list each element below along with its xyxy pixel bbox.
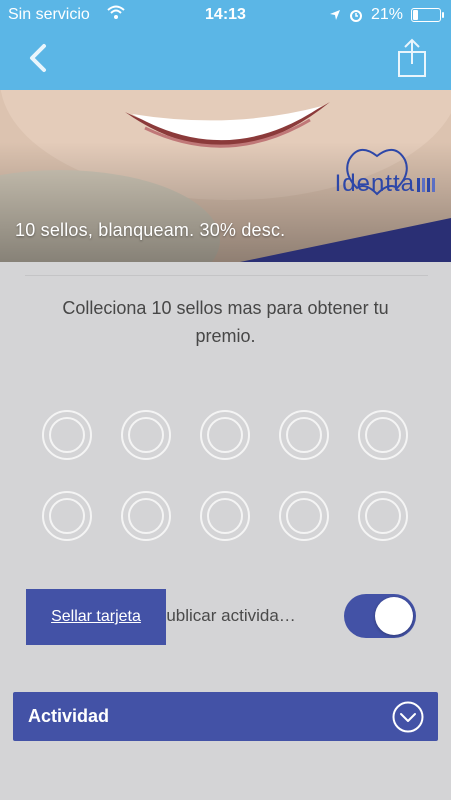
stamp-slot-inner — [286, 498, 322, 534]
logo-text: Identta — [334, 170, 415, 197]
share-button[interactable] — [395, 38, 429, 78]
battery-icon — [411, 8, 444, 22]
stamp-slot — [200, 491, 250, 541]
stamp-slot — [279, 491, 329, 541]
stamp-slot — [42, 410, 92, 460]
divider — [25, 275, 428, 276]
stamp-slot-inner — [49, 417, 85, 453]
stamp-slot — [200, 410, 250, 460]
stamp-slot — [279, 410, 329, 460]
stamp-slot-inner — [128, 417, 164, 453]
stamps-remaining-message: Colleciona 10 sellos mas para obtener tu… — [62, 298, 389, 346]
location-icon — [329, 10, 340, 20]
chevron-down-circle-icon[interactable] — [392, 701, 424, 733]
stamp-slot — [42, 491, 92, 541]
status-bar: Sin servicio 14:13 21% — [0, 0, 451, 30]
back-button[interactable] — [22, 40, 58, 76]
stamp-slot — [358, 410, 408, 460]
publish-activity-label: Publicar activida… — [155, 606, 296, 625]
activity-title: Actividad — [28, 706, 110, 726]
activity-accordion[interactable]: Actividad — [13, 692, 438, 741]
toggle-knob — [375, 597, 413, 635]
hero-banner: Identta 10 sellos, blanqueam. 30% desc. — [0, 90, 451, 262]
battery-percent: 21% — [370, 6, 403, 23]
stamp-card-button[interactable]: Sellar tarjeta — [26, 589, 166, 645]
stamp-slot-inner — [365, 498, 401, 534]
stamp-slot — [358, 491, 408, 541]
stamp-slot-inner — [49, 498, 85, 534]
stamp-slot-inner — [207, 498, 243, 534]
alarm-icon — [349, 10, 362, 22]
publish-activity-toggle[interactable] — [344, 594, 416, 638]
stamp-grid — [42, 410, 410, 541]
card-title: 10 sellos, blanqueam. 30% desc. — [15, 220, 286, 240]
stamp-slot — [121, 410, 171, 460]
stamp-slot — [121, 491, 171, 541]
stamp-slot-inner — [128, 498, 164, 534]
navigation-bar — [0, 30, 451, 90]
stamp-slot-inner — [365, 417, 401, 453]
stamp-slot-inner — [207, 417, 243, 453]
stamp-slot-inner — [286, 417, 322, 453]
